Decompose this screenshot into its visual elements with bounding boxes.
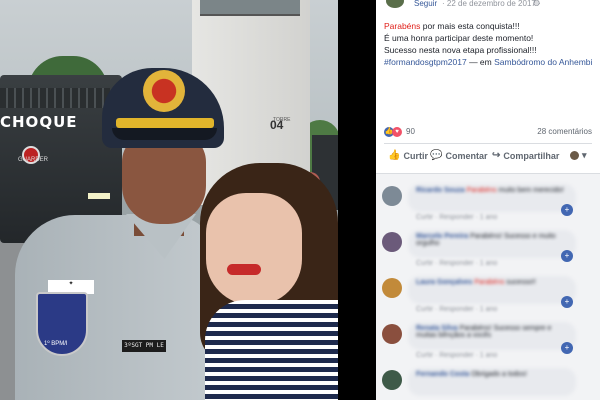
post-actions: 👍 Curtir 💬 Comentar ↪ Compartilhar ▾: [384, 150, 596, 166]
post-side-panel: Seguir · 22 de dezembro de 2017 · ◍ Para…: [376, 0, 600, 400]
comment-button[interactable]: 💬 Comentar: [430, 150, 487, 161]
post-photo[interactable]: TORRE 04 CHOQUE GUARDER ✦ 1º BPM/I 3ºSGT…: [0, 0, 338, 400]
viewer-gap: [338, 0, 376, 400]
comments-section: Ricardo Souza Parabéns muito bem merecid…: [376, 173, 600, 400]
globe-icon: ◍: [533, 0, 540, 7]
woman-lips: [227, 264, 261, 275]
add-reaction-icon[interactable]: +: [561, 250, 573, 262]
comment-item: Ricardo Souza Parabéns muito bem merecid…: [380, 184, 596, 228]
post-line-1: Parabéns por mais esta conquista!!!: [384, 20, 596, 32]
reaction-count[interactable]: 90: [406, 127, 415, 136]
add-reaction-icon[interactable]: +: [561, 204, 573, 216]
commenter-name[interactable]: Laura Gonçalves: [416, 279, 472, 286]
commenter-avatar[interactable]: [382, 324, 402, 344]
add-reaction-icon[interactable]: +: [561, 342, 573, 354]
post-as-selector[interactable]: ▾: [570, 150, 587, 161]
love-reaction-icon: ♥: [392, 127, 402, 137]
post-line-3: Sucesso nesta nova etapa profissional!!!: [384, 45, 537, 55]
location-link[interactable]: Sambódromo do Anhembi: [494, 57, 592, 67]
comment-meta[interactable]: Curtir · Responder · 1 ano: [416, 352, 497, 359]
comment-highlight: Parabéns: [466, 187, 497, 194]
truck-sub-label: GUARDER: [18, 157, 49, 163]
post-date[interactable]: · 22 de dezembro de 2017 ·: [442, 0, 541, 8]
comment-count[interactable]: 28 comentários: [537, 127, 592, 136]
screenshot-stage: TORRE 04 CHOQUE GUARDER ✦ 1º BPM/I 3ºSGT…: [0, 0, 600, 400]
share-label: Compartilhar: [503, 150, 560, 161]
post-line-2: É uma honra participar deste momento!: [384, 33, 534, 43]
like-icon: 👍: [388, 150, 401, 161]
post-header: Seguir · 22 de dezembro de 2017 · ◍: [376, 0, 600, 12]
commenter-name[interactable]: Ricardo Souza: [416, 187, 465, 194]
commenter-avatar[interactable]: [382, 232, 402, 252]
commenter-avatar[interactable]: [382, 370, 402, 390]
like-button[interactable]: 👍 Curtir: [388, 150, 428, 161]
cap-band: [116, 118, 214, 128]
share-button[interactable]: ↪ Compartilhar: [492, 150, 559, 161]
post-text: Parabéns por mais esta conquista!!! É um…: [384, 20, 596, 68]
comment-item: Laura Gonçalves Parabéns sucesso!! Curtir…: [380, 276, 596, 320]
share-icon: ↪: [492, 150, 501, 161]
divider: [384, 143, 592, 144]
woman-striped-top: [205, 300, 338, 400]
comment-meta[interactable]: Curtir · Responder · 1 ano: [416, 306, 497, 313]
commenter-name[interactable]: Marcelo Pereira: [416, 233, 468, 240]
comment-label: Comentar: [445, 150, 488, 161]
comment-text: sucesso!!: [504, 279, 536, 286]
truck-grill: [0, 88, 110, 108]
hashtag-link[interactable]: #formandosgtpm2017: [384, 57, 467, 67]
follow-link[interactable]: Seguir: [414, 0, 437, 8]
commenter-avatar[interactable]: [382, 278, 402, 298]
comment-meta[interactable]: Curtir · Responder · 1 ano: [416, 260, 497, 267]
comment-bubble: Laura Gonçalves Parabéns sucesso!!: [408, 276, 576, 304]
author-avatar[interactable]: [386, 0, 404, 8]
truck-label: CHOQUE: [0, 113, 78, 131]
truck-headlight: [88, 193, 110, 199]
add-reaction-icon[interactable]: +: [561, 296, 573, 308]
woman-face: [206, 193, 302, 305]
comment-meta[interactable]: Curtir · Responder · 1 ano: [416, 214, 497, 221]
reactions-bar: 👍 ♥ 90 28 comentários: [384, 127, 592, 139]
location-prefix: — em: [466, 57, 495, 67]
comment-item: Renata Silva Parabéns! Sucesso sempre e …: [380, 322, 596, 366]
tower-number: 04: [270, 118, 284, 132]
comment-bubble: Marcelo Pereira Parabéns! Sucesso e muit…: [408, 230, 576, 258]
comment-text: Obrigado a todos!: [469, 371, 527, 378]
cap-badge-icon: [143, 70, 185, 112]
nameplate: 3ºSGT PM LE: [122, 340, 166, 352]
commenter-name[interactable]: Renata Silva: [416, 325, 458, 332]
comment-item: Marcelo Pereira Parabéns! Sucesso e muit…: [380, 230, 596, 274]
comment-bubble: Fernando Costa Obrigado a todos!: [408, 368, 576, 396]
comment-icon: 💬: [430, 150, 443, 161]
commenter-avatar[interactable]: [382, 186, 402, 206]
comment-item: Fernando Costa Obrigado a todos!: [380, 368, 596, 400]
like-label: Curtir: [403, 150, 428, 161]
cap-brim: [112, 128, 217, 140]
commenter-name[interactable]: Fernando Costa: [416, 371, 469, 378]
post-highlight: Parabéns: [384, 21, 421, 31]
comment-highlight: Parabéns: [474, 279, 505, 286]
page-avatar: [570, 151, 579, 160]
comment-bubble: Ricardo Souza Parabéns muito bem merecid…: [408, 184, 576, 212]
patch-label: 1º BPM/I: [44, 341, 68, 347]
comment-bubble: Renata Silva Parabéns! Sucesso sempre e …: [408, 322, 576, 350]
post-line-4: #formandosgtpm2017 — em Sambódromo do An…: [384, 56, 596, 68]
chevron-down-icon: ▾: [582, 150, 587, 160]
tower-window: [200, 0, 300, 16]
post-line-1-rest: por mais esta conquista!!!: [420, 21, 520, 31]
comment-text: muito bem merecido!: [496, 187, 564, 194]
